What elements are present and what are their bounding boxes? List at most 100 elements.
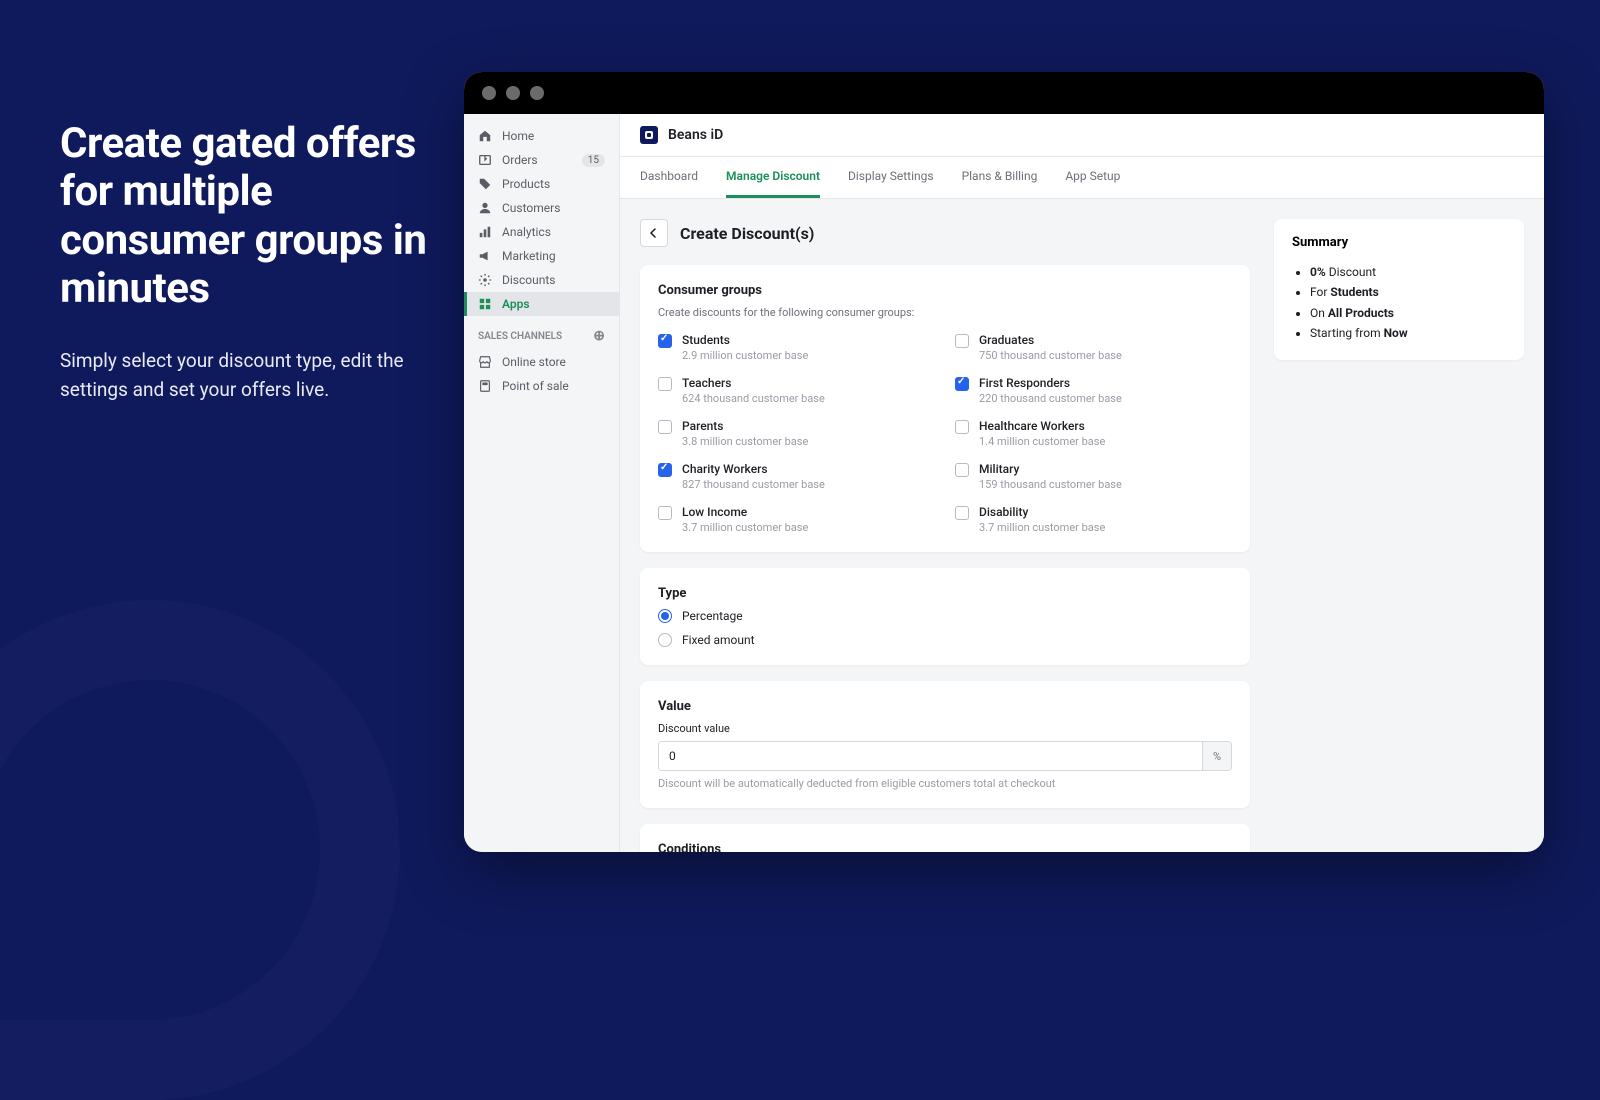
- checkbox[interactable]: [955, 377, 969, 391]
- summary-column: Summary 0% Discount For Students On All …: [1274, 219, 1524, 360]
- radio-icon: [658, 609, 672, 623]
- tag-icon: [478, 177, 492, 191]
- minimize-dot[interactable]: [506, 86, 520, 100]
- gear-icon: [478, 273, 492, 287]
- group-graduates: Graduates 750 thousand customer base: [955, 333, 1232, 362]
- percent-suffix: %: [1202, 742, 1231, 770]
- group-disability: Disability 3.7 million customer base: [955, 505, 1232, 534]
- checkbox[interactable]: [658, 506, 672, 520]
- pos-icon: [478, 379, 492, 393]
- sidebar-item-customers[interactable]: Customers: [464, 196, 619, 220]
- arrow-left-icon: [648, 227, 660, 239]
- channel-label: Online store: [502, 355, 605, 369]
- radio-icon: [658, 633, 672, 647]
- groups-subtext: Create discounts for the following consu…: [658, 306, 1232, 319]
- group-first-responders: First Responders 220 thousand customer ba…: [955, 376, 1232, 405]
- group-desc: 220 thousand customer base: [979, 392, 1122, 405]
- sales-channels-header: SALES CHANNELS ⊕: [464, 316, 619, 350]
- tab-manage-discount[interactable]: Manage Discount: [726, 157, 820, 198]
- back-button[interactable]: [640, 219, 668, 247]
- radio-percentage[interactable]: Percentage: [658, 609, 1232, 623]
- group-students: Students2.9 million customer base: [658, 333, 935, 362]
- group-desc: 2.9 million customer base: [682, 349, 808, 362]
- main-column: Create Discount(s) Consumer groups Creat…: [640, 219, 1250, 852]
- sidebar-item-analytics[interactable]: Analytics: [464, 220, 619, 244]
- sidebar-item-home[interactable]: Home: [464, 124, 619, 148]
- type-radio-list: Percentage Fixed amount: [658, 609, 1232, 647]
- sidebar-item-products[interactable]: Products: [464, 172, 619, 196]
- sidebar-item-label: Analytics: [502, 225, 605, 239]
- type-card: Type Percentage Fixed amount: [640, 568, 1250, 665]
- group-info: Healthcare Workers1.4 million customer b…: [979, 419, 1105, 448]
- group-name: First Responders: [979, 376, 1122, 390]
- channel-item-online-store[interactable]: Online store: [464, 350, 619, 374]
- group-info: Military159 thousand customer base: [979, 462, 1122, 491]
- tab-dashboard[interactable]: Dashboard: [640, 157, 698, 198]
- checkbox[interactable]: [658, 334, 672, 348]
- bars-icon: [478, 225, 492, 239]
- checkbox[interactable]: [955, 463, 969, 477]
- group-info: Low Income3.7 million customer base: [682, 505, 808, 534]
- checkbox[interactable]: [955, 334, 969, 348]
- radio-label: Percentage: [682, 609, 743, 623]
- content-area: Beans iD DashboardManage DiscountDisplay…: [620, 114, 1544, 852]
- close-dot[interactable]: [482, 86, 496, 100]
- group-desc: 159 thousand customer base: [979, 478, 1122, 491]
- group-healthcare-workers: Healthcare Workers1.4 million customer b…: [955, 419, 1232, 448]
- summary-card: Summary 0% Discount For Students On All …: [1274, 219, 1524, 360]
- tabs: Dashboard Manage Discount Display Settings…: [620, 157, 1544, 199]
- hero: Create gated offers for multiple consume…: [60, 120, 460, 404]
- summary-for: For Students: [1310, 282, 1506, 302]
- checkbox[interactable]: [658, 463, 672, 477]
- group-desc: 750 thousand customer base: [979, 349, 1122, 362]
- sidebar-item-label: Marketing: [502, 249, 605, 263]
- add-channel-icon[interactable]: ⊕: [593, 328, 605, 344]
- group-name: Disability: [979, 505, 1105, 519]
- sales-channels-label: SALES CHANNELS: [478, 331, 562, 342]
- group-charity-workers: Charity Workers827 thousand customer bas…: [658, 462, 935, 491]
- hero-headline: Create gated offers for multiple consume…: [60, 120, 460, 313]
- sidebar-item-label: Discounts: [502, 273, 605, 287]
- checkbox[interactable]: [658, 377, 672, 391]
- tab-plans-billing[interactable]: Plans & Billing: [962, 157, 1038, 198]
- conditions-card: Conditions Minimum spend £ ▲ ▼: [640, 824, 1250, 852]
- sidebar-item-orders[interactable]: Orders15: [464, 148, 619, 172]
- window-titlebar: [464, 72, 1544, 114]
- summary-start: Starting from Now: [1310, 323, 1506, 343]
- group-name: Graduates: [979, 333, 1122, 347]
- summary-list: 0% Discount For Students On All Products…: [1292, 262, 1506, 344]
- checkbox[interactable]: [955, 506, 969, 520]
- channel-label: Point of sale: [502, 379, 605, 393]
- group-info: Charity Workers827 thousand customer bas…: [682, 462, 825, 491]
- maximize-dot[interactable]: [530, 86, 544, 100]
- value-help-text: Discount will be automatically deducted …: [658, 777, 1232, 790]
- tab-display-settings[interactable]: Display Settings: [848, 157, 934, 198]
- page: Create Discount(s) Consumer groups Creat…: [620, 199, 1544, 852]
- app-window: Home Orders15 Products Customers Analytics Ma…: [464, 72, 1544, 852]
- home-icon: [478, 129, 492, 143]
- type-title: Type: [658, 586, 1232, 601]
- group-info: Parents3.8 million customer base: [682, 419, 808, 448]
- group-info: First Responders 220 thousand customer ba…: [979, 376, 1122, 405]
- group-info: Teachers624 thousand customer base: [682, 376, 825, 405]
- sidebar-item-marketing[interactable]: Marketing: [464, 244, 619, 268]
- sidebar-item-label: Products: [502, 177, 605, 191]
- tab-app-setup[interactable]: App Setup: [1065, 157, 1120, 198]
- discount-value-input[interactable]: [659, 742, 1202, 770]
- sidebar-item-discounts[interactable]: Discounts: [464, 268, 619, 292]
- sidebar-item-label: Home: [502, 129, 605, 143]
- checkbox[interactable]: [658, 420, 672, 434]
- group-name: Low Income: [682, 505, 808, 519]
- checkbox[interactable]: [955, 420, 969, 434]
- group-desc: 3.7 million customer base: [979, 521, 1105, 534]
- sidebar: Home Orders15 Products Customers Analytics Ma…: [464, 114, 620, 852]
- store-icon: [478, 355, 492, 369]
- page-title: Create Discount(s): [680, 224, 814, 243]
- radio-label: Fixed amount: [682, 633, 755, 647]
- group-parents: Parents3.8 million customer base: [658, 419, 935, 448]
- radio-fixed-amount[interactable]: Fixed amount: [658, 633, 1232, 647]
- inbox-icon: [478, 153, 492, 167]
- channel-item-point-of-sale[interactable]: Point of sale: [464, 374, 619, 398]
- discount-value-label: Discount value: [658, 722, 1232, 735]
- sidebar-item-apps[interactable]: Apps: [464, 292, 619, 316]
